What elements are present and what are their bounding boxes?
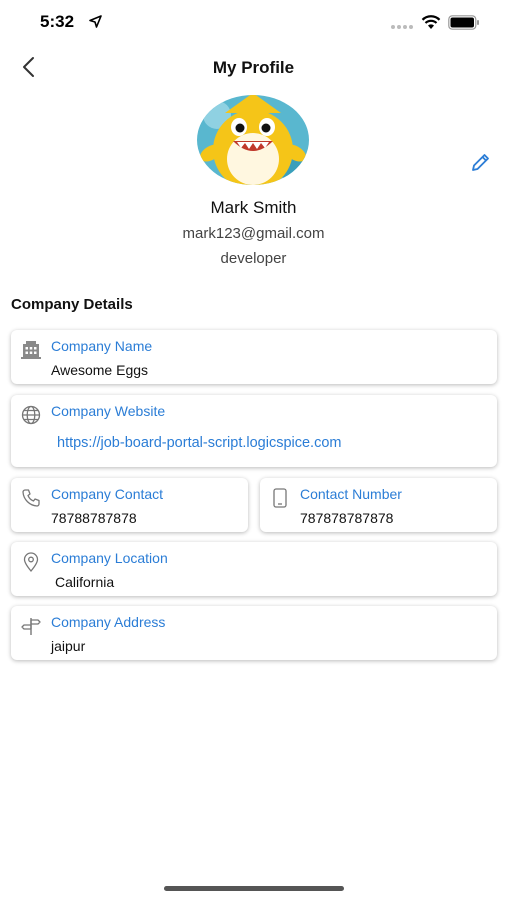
signpost-icon	[20, 615, 42, 637]
section-title-company-details: Company Details	[11, 296, 133, 313]
user-role: developer	[220, 250, 287, 267]
location-arrow-icon	[89, 15, 102, 28]
location-pin-icon	[20, 551, 42, 573]
company-website-label: Company Website	[51, 403, 166, 419]
home-indicator[interactable]	[164, 886, 344, 891]
contact-number-card: Contact Number 787878787878	[260, 478, 497, 532]
company-address-value: jaipur	[51, 638, 86, 654]
status-bar: 5:32	[0, 0, 507, 46]
page-title: My Profile	[212, 58, 295, 77]
company-contact-value: 78788787878	[51, 510, 137, 526]
company-name-label: Company Name	[51, 338, 153, 354]
avatar-image	[197, 95, 309, 185]
contact-number-value: 787878787878	[300, 510, 394, 526]
company-name-card: Company Name Awesome Eggs	[11, 330, 497, 384]
company-location-label: Company Location	[51, 550, 168, 566]
user-name: Mark Smith	[210, 198, 297, 217]
status-time: 5:32	[40, 12, 75, 31]
phone-icon	[20, 487, 42, 509]
globe-icon	[20, 404, 42, 426]
wifi-icon	[421, 15, 441, 29]
user-email: mark123@gmail.com	[182, 225, 325, 242]
company-contact-card: Company Contact 78788787878	[11, 478, 248, 532]
pencil-icon	[472, 154, 489, 171]
contact-number-label: Contact Number	[300, 486, 402, 502]
company-website-link[interactable]: https://job-board-portal-script.logicspi…	[57, 435, 341, 451]
company-website-card: Company Website https://job-board-portal…	[11, 395, 497, 467]
signal-icon	[391, 25, 413, 29]
company-name-value: Awesome Eggs	[51, 362, 149, 378]
avatar[interactable]	[197, 95, 309, 185]
company-location-value: California	[55, 574, 115, 590]
company-location-card: Company Location California	[11, 542, 497, 596]
mobile-icon	[269, 487, 291, 509]
company-address-card: Company Address jaipur	[11, 606, 497, 660]
company-contact-label: Company Contact	[51, 486, 164, 502]
building-icon	[20, 339, 42, 361]
edit-profile-button[interactable]	[466, 149, 494, 177]
battery-icon	[448, 15, 479, 30]
company-address-label: Company Address	[51, 614, 166, 630]
